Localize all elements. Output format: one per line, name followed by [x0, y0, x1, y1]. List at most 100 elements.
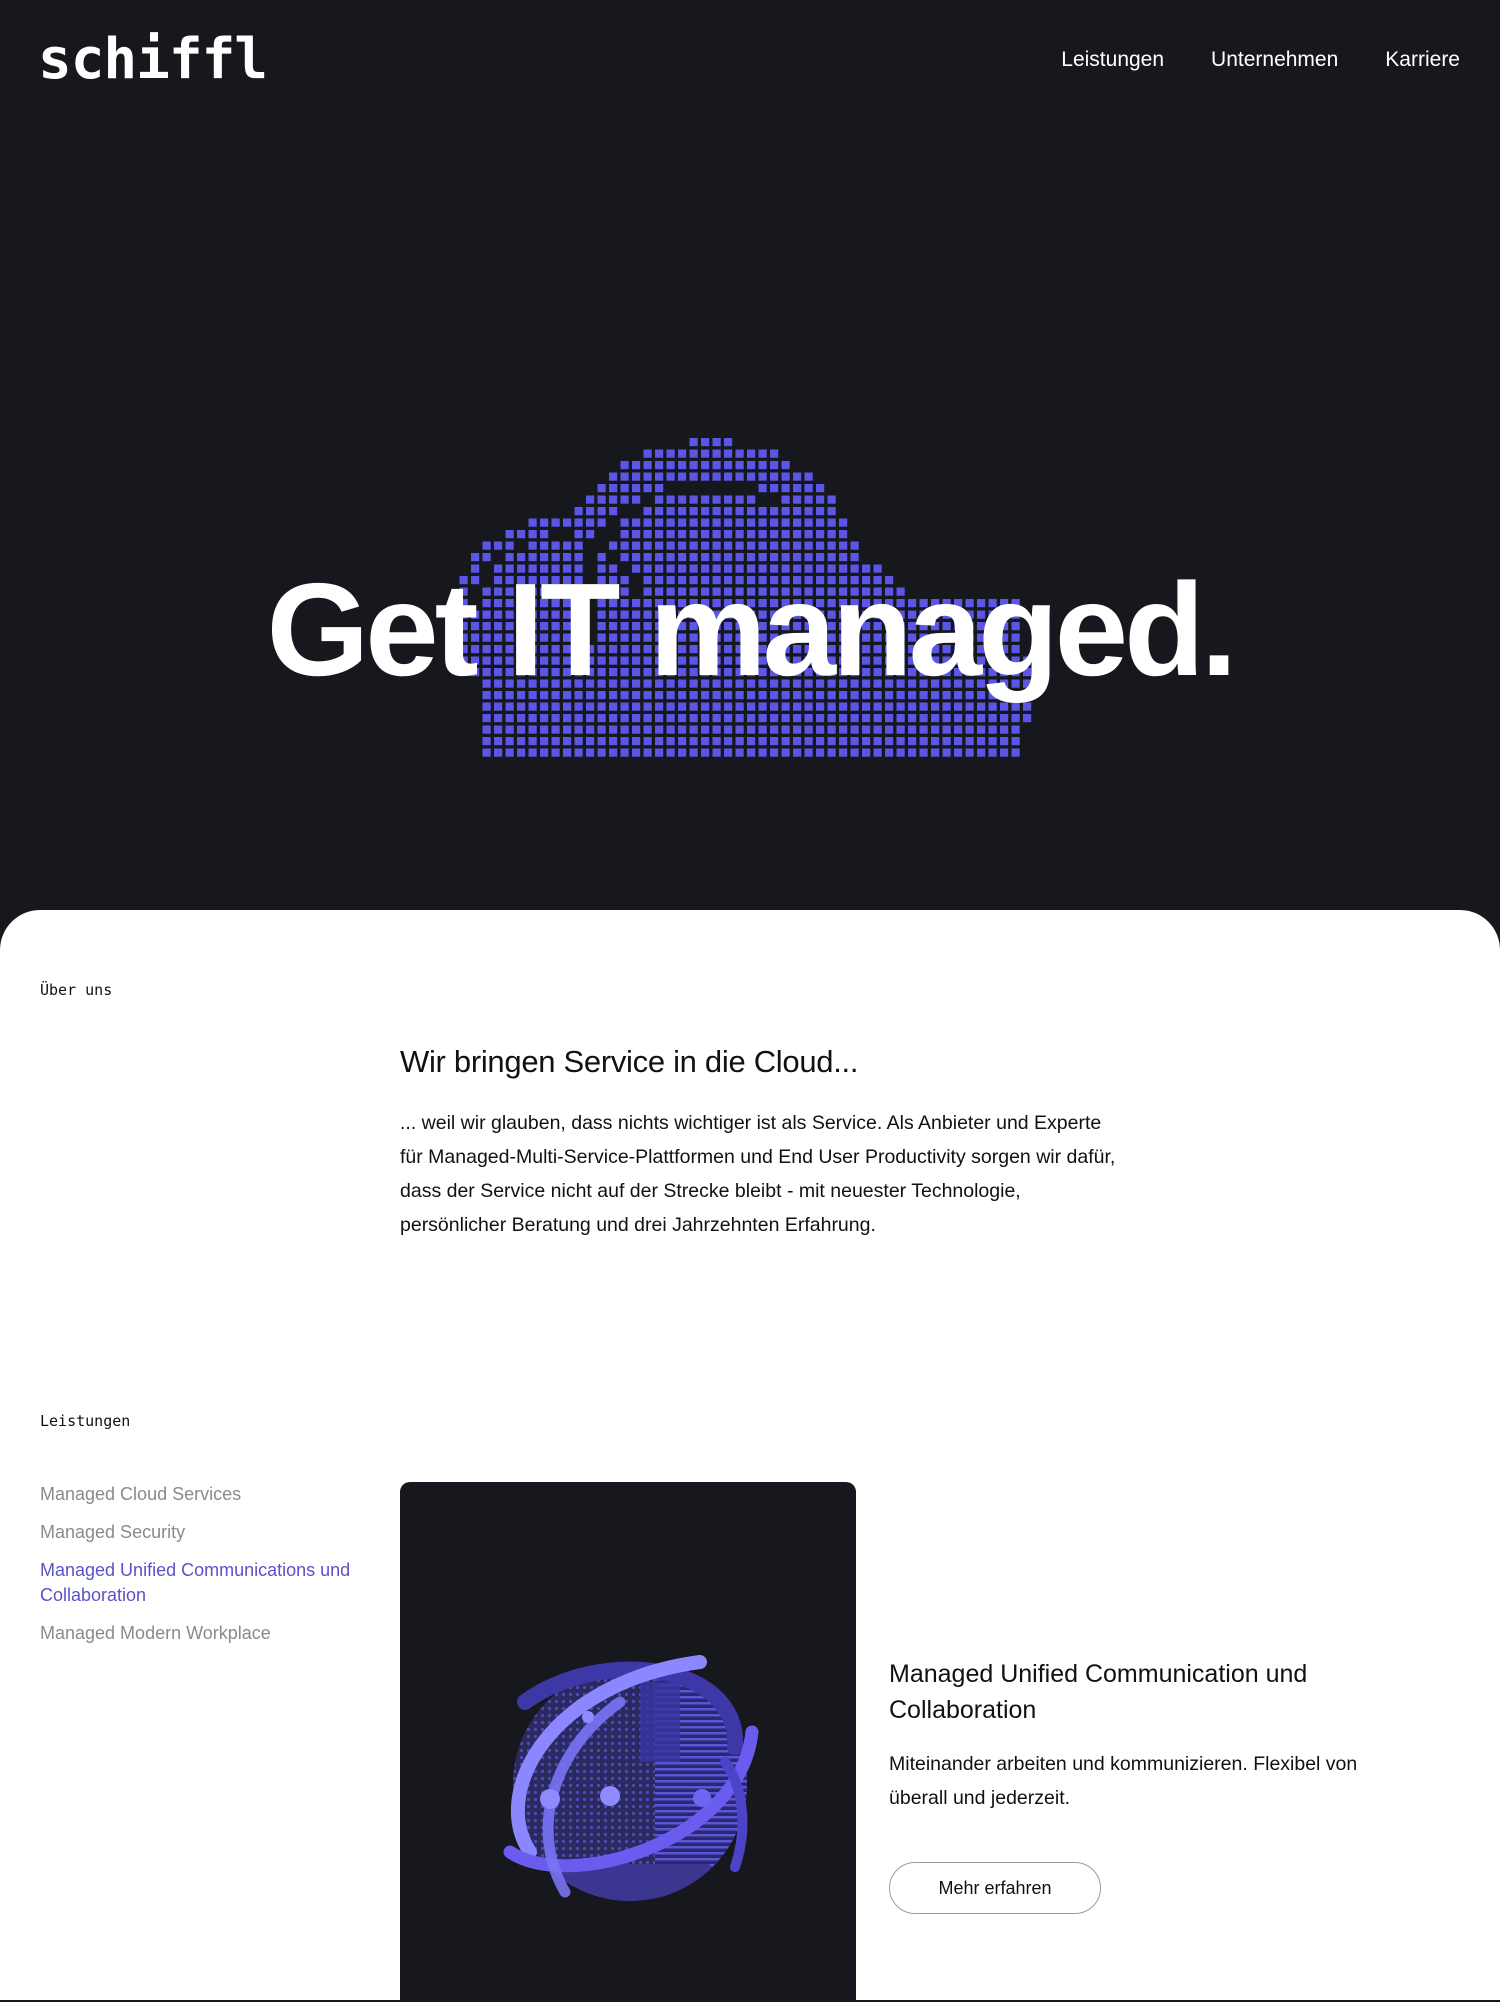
cloud-pixel — [758, 530, 767, 539]
cloud-pixel — [781, 461, 790, 470]
cloud-pixel — [885, 748, 894, 757]
cloud-pixel — [609, 748, 618, 757]
nav-karriere[interactable]: Karriere — [1385, 46, 1460, 74]
cloud-pixel — [793, 518, 802, 527]
cloud-pixel — [689, 748, 698, 757]
cloud-pixel — [666, 737, 675, 746]
cloud-pixel — [804, 714, 813, 723]
cloud-pixel — [781, 737, 790, 746]
cloud-pixel — [827, 725, 836, 734]
cloud-pixel — [747, 748, 756, 757]
cloud-pixel — [597, 484, 606, 493]
nav-leistungen[interactable]: Leistungen — [1061, 46, 1164, 74]
service-link-security[interactable]: Managed Security — [40, 1520, 360, 1545]
services-list: Managed Cloud Services Managed Security … — [40, 1482, 360, 1659]
cloud-pixel — [758, 737, 767, 746]
cloud-pixel — [609, 507, 618, 516]
cloud-pixel — [563, 714, 572, 723]
cloud-pixel — [597, 495, 606, 504]
cloud-pixel — [689, 507, 698, 516]
cloud-pixel — [919, 725, 928, 734]
cloud-pixel — [551, 518, 560, 527]
cloud-pixel — [632, 472, 641, 481]
service-link-ucc[interactable]: Managed Unified Communications und Colla… — [40, 1558, 360, 1608]
cloud-pixel — [689, 438, 698, 447]
cloud-pixel — [540, 748, 549, 757]
cloud-pixel — [540, 737, 549, 746]
cloud-pixel — [689, 725, 698, 734]
cloud-pixel — [885, 714, 894, 723]
cloud-pixel — [620, 530, 629, 539]
cloud-pixel — [965, 714, 974, 723]
cloud-pixel — [781, 541, 790, 550]
cloud-pixel — [632, 541, 641, 550]
cloud-pixel — [896, 748, 905, 757]
cloud-pixel — [816, 541, 825, 550]
cloud-pixel — [816, 518, 825, 527]
cloud-pixel — [931, 748, 940, 757]
cloud-pixel — [632, 530, 641, 539]
cloud-pixel — [735, 495, 744, 504]
cloud-pixel — [586, 518, 595, 527]
cloud-pixel — [1011, 725, 1020, 734]
cloud-pixel — [735, 541, 744, 550]
mehr-erfahren-button[interactable]: Mehr erfahren — [889, 1862, 1101, 1914]
cloud-pixel — [597, 737, 606, 746]
cloud-pixel — [862, 725, 871, 734]
cloud-pixel — [724, 530, 733, 539]
cloud-pixel — [896, 725, 905, 734]
cloud-pixel — [712, 461, 721, 470]
cloud-pixel — [666, 748, 675, 757]
cloud-pixel — [816, 714, 825, 723]
cloud-pixel — [666, 495, 675, 504]
service-link-cloud[interactable]: Managed Cloud Services — [40, 1482, 360, 1507]
cloud-pixel — [908, 725, 917, 734]
cloud-pixel — [942, 748, 951, 757]
cloud-pixel — [770, 530, 779, 539]
cloud-pixel — [655, 449, 664, 458]
cloud-pixel — [701, 541, 710, 550]
cloud-pixel — [1011, 714, 1020, 723]
service-link-workplace[interactable]: Managed Modern Workplace — [40, 1621, 360, 1646]
cloud-pixel — [517, 737, 526, 746]
cloud-pixel — [988, 737, 997, 746]
cloud-pixel — [632, 714, 641, 723]
cloud-pixel — [643, 714, 652, 723]
cloud-pixel — [735, 725, 744, 734]
cloud-pixel — [528, 748, 537, 757]
cloud-pixel — [747, 472, 756, 481]
cloud-pixel — [643, 484, 652, 493]
cloud-pixel — [712, 748, 721, 757]
cloud-pixel — [827, 737, 836, 746]
cloud-pixel — [988, 714, 997, 723]
cloud-pixel — [551, 714, 560, 723]
cloud-pixel — [747, 737, 756, 746]
hero: Get IT managed. — [0, 120, 1500, 910]
cloud-pixel — [632, 725, 641, 734]
logo[interactable]: schiffl — [38, 28, 268, 92]
cloud-pixel — [620, 541, 629, 550]
cloud-pixel — [655, 541, 664, 550]
cloud-pixel — [839, 714, 848, 723]
cloud-pixel — [942, 725, 951, 734]
cloud-pixel — [816, 737, 825, 746]
cloud-pixel — [597, 748, 606, 757]
cloud-pixel — [678, 495, 687, 504]
cloud-pixel — [643, 449, 652, 458]
cloud-pixel — [781, 725, 790, 734]
cloud-pixel — [977, 748, 986, 757]
cloud-pixel — [655, 725, 664, 734]
cloud-pixel — [701, 507, 710, 516]
cloud-pixel — [988, 748, 997, 757]
cloud-pixel — [643, 737, 652, 746]
cloud-pixel — [666, 472, 675, 481]
cloud-pixel — [620, 461, 629, 470]
cloud-pixel — [494, 714, 503, 723]
cloud-pixel — [597, 714, 606, 723]
nav-unternehmen[interactable]: Unternehmen — [1211, 46, 1338, 74]
cloud-pixel — [977, 714, 986, 723]
cloud-pixel — [896, 714, 905, 723]
cloud-pixel — [666, 530, 675, 539]
cloud-pixel — [528, 714, 537, 723]
cloud-pixel — [643, 748, 652, 757]
